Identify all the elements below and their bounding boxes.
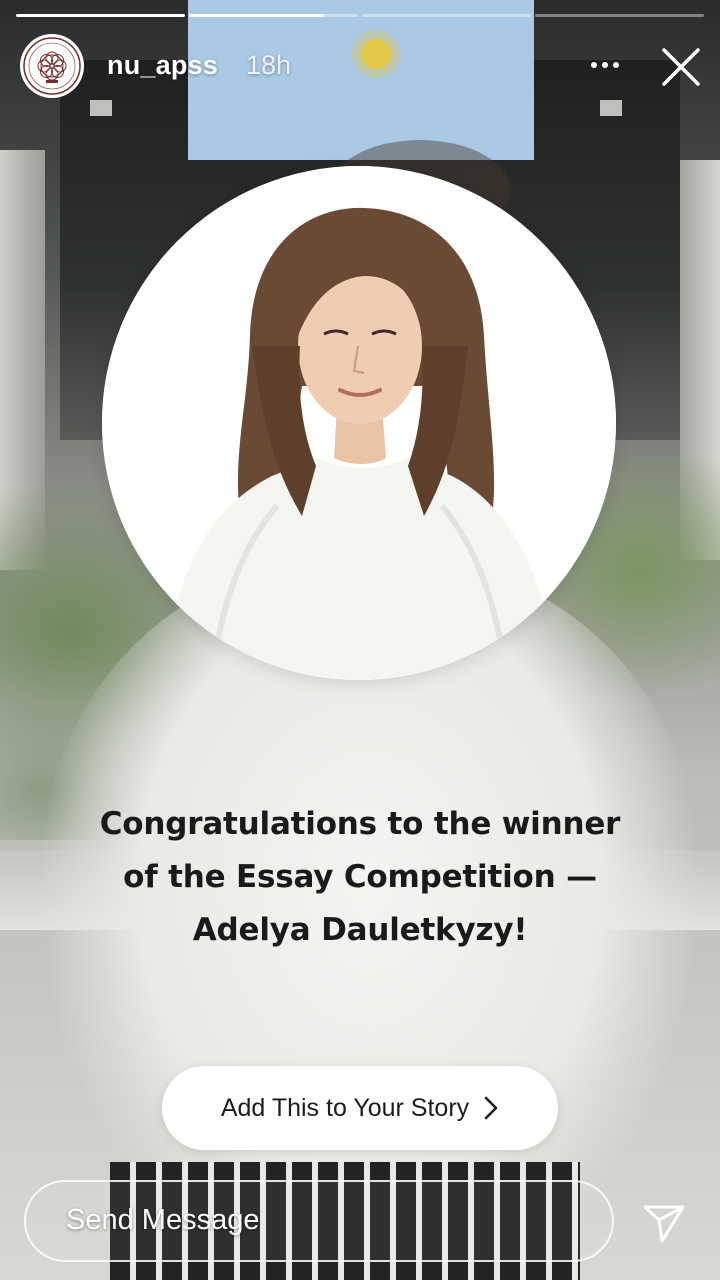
story-progress-bar: [16, 14, 704, 17]
story-viewer[interactable]: nu_apss 18h Congratulations to the winne…: [0, 0, 720, 1280]
progress-segment: [535, 14, 704, 17]
story-caption: Congratulations to the winner of the Ess…: [40, 798, 680, 957]
add-to-story-label: Add This to Your Story: [220, 1093, 470, 1122]
chevron-right-icon: [483, 1095, 499, 1121]
caption-line: Congratulations to the winner: [99, 806, 621, 842]
progress-segment: [189, 14, 358, 17]
caption-line: Adelya Dauletkyzy!: [192, 912, 528, 948]
add-to-story-button[interactable]: Add This to Your Story: [162, 1066, 558, 1150]
winner-portrait: [102, 166, 616, 680]
progress-segment-fill: [189, 14, 325, 17]
paper-plane-icon[interactable]: [640, 1198, 688, 1246]
progress-segment: [362, 14, 531, 17]
story-username[interactable]: nu_apss: [107, 50, 218, 81]
send-message-placeholder: Send Message: [66, 1204, 260, 1236]
story-header: nu_apss 18h: [0, 30, 720, 100]
send-message-input[interactable]: Send Message: [24, 1180, 614, 1262]
organization-logo-icon[interactable]: [22, 36, 82, 96]
more-options-icon[interactable]: [578, 50, 632, 80]
progress-segment: [16, 14, 185, 17]
close-icon[interactable]: [660, 46, 702, 88]
story-timestamp: 18h: [246, 50, 292, 80]
caption-line: of the Essay Competition —: [123, 859, 597, 895]
progress-segment-fill: [16, 14, 185, 17]
